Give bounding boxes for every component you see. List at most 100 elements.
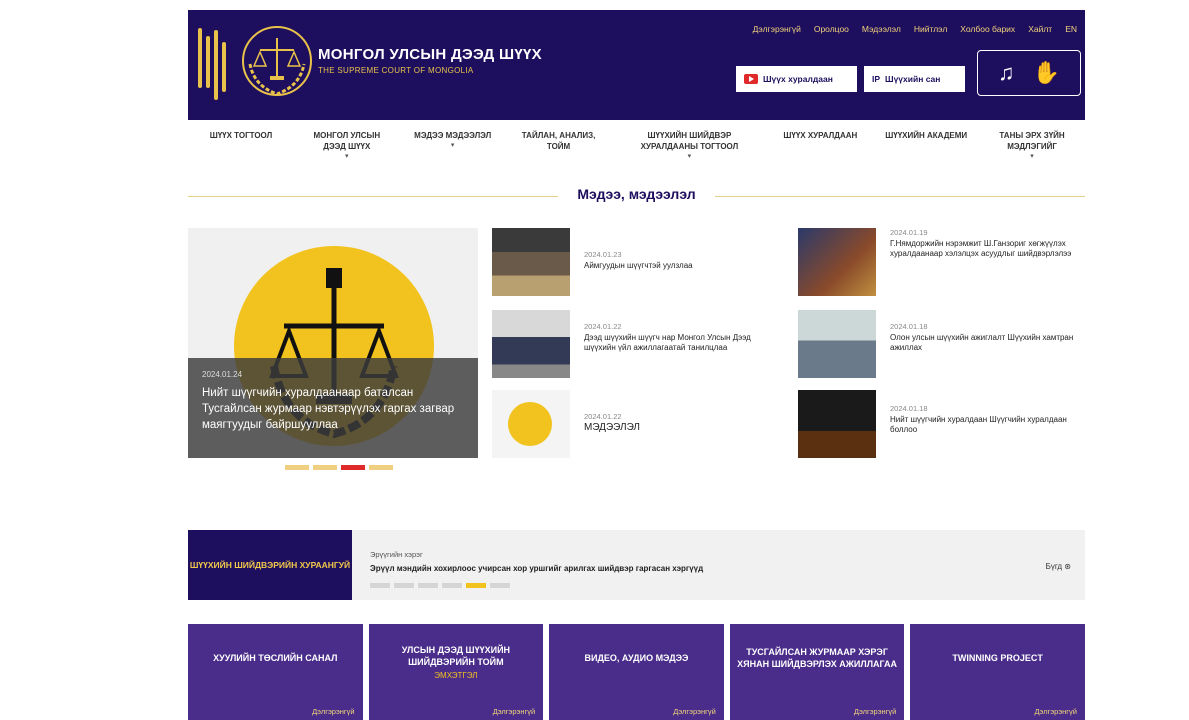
- summary-dot-active[interactable]: [466, 583, 486, 588]
- card-more-link[interactable]: Дэлгэрэнгүй: [854, 707, 897, 716]
- news-date: 2024.01.22: [584, 322, 622, 331]
- arrow-circle-icon: ⊛: [1064, 562, 1071, 571]
- top-links: Дэлгэрэнгүй Оролцоо Мэдээлэл Нийтлэл Хол…: [753, 24, 1077, 34]
- feature-card[interactable]: УЛСЫН ДЭЭД ШҮҮХИЙН ШИЙДВЭРИЙН ТОЙМ Эмхэтг…: [368, 624, 544, 720]
- main-nav: ШҮҮХ ТОГТООЛ МОНГОЛ УЛСЫН ДЭЭД ШҮҮХ ▾ МЭД…: [188, 130, 1085, 176]
- accessibility-box: ♫ ✋: [977, 50, 1081, 96]
- site-header: МОНГОЛ УЛСЫН ДЭЭД ШҮҮХ THE SUPREME COURT…: [188, 10, 1085, 120]
- top-link[interactable]: Дэлгэрэнгүй: [753, 24, 801, 34]
- feature-card[interactable]: ВИДЕО, АУДИО МЭДЭЭ Дэлгэрэнгүй: [549, 624, 724, 720]
- court-emblem-logo[interactable]: [240, 24, 314, 98]
- live-stream-label: Шүүх хуралдаан: [763, 74, 833, 84]
- slider-dots: [285, 465, 393, 470]
- news-item[interactable]: 2024.01.18 Олон улсын шүүхийн ажиглалт Шү…: [798, 310, 1088, 380]
- summary-category: Эрүүгийн хэрэг: [370, 550, 423, 559]
- chevron-down-icon: ▾: [450, 142, 455, 149]
- nav-item[interactable]: МЭДЭЭ МЭДЭЭЛЭЛ ▾: [408, 130, 498, 176]
- slider-dot[interactable]: [313, 465, 337, 470]
- summary-dot[interactable]: [394, 583, 414, 588]
- ip-button[interactable]: IP Шүүхийн сан: [864, 66, 965, 92]
- news-title[interactable]: Аймгуудын шүүгчтэй уулзлаа: [584, 261, 774, 271]
- nav-item[interactable]: ТАЙЛАН, АНАЛИЗ, ТОЙМ: [514, 130, 604, 176]
- card-title: УЛСЫН ДЭЭД ШҮҮХИЙН ШИЙДВЭРИЙН ТОЙМ Эмхэтг…: [401, 645, 511, 680]
- nav-item[interactable]: ТАНЫ ЭРХ ЗҮЙН МЭДЛЭГИЙГ ▾: [987, 130, 1077, 176]
- nav-item[interactable]: ШҮҮХ ТОГТООЛ: [196, 130, 286, 176]
- news-item[interactable]: 2024.01.19 Г.Нямдоржийн нэрэмжит Ш.Ганзор…: [798, 228, 1088, 298]
- card-title: ВИДЕО, АУДИО МЭДЭЭ: [584, 653, 689, 663]
- feature-card[interactable]: TWINNING PROJECT Дэлгэрэнгүй: [910, 624, 1085, 720]
- news-section-header: Мэдээ, мэдээлэл: [188, 186, 1085, 206]
- slider-dot[interactable]: [285, 465, 309, 470]
- section-title: Мэдээ, мэдээлэл: [577, 186, 696, 202]
- card-more-link[interactable]: Дэлгэрэнгүй: [312, 707, 355, 716]
- news-date: 2024.01.18: [890, 404, 928, 413]
- news-thumbnail: [798, 228, 876, 296]
- chevron-down-icon: ▾: [345, 153, 349, 160]
- card-title: ХУУЛИЙН ТӨСЛИЙН САНАЛ: [213, 653, 338, 663]
- news-date: 2024.01.22: [584, 412, 622, 421]
- top-link[interactable]: Оролцоо: [814, 24, 849, 34]
- ip-icon: IP: [872, 74, 881, 84]
- nav-item[interactable]: ШҮҮХ ХУРАЛДААН: [775, 130, 865, 176]
- divider: [715, 196, 1085, 197]
- news-title[interactable]: Дээд шүүхийн шүүгч нар Монгол Улсын Дээд…: [584, 333, 774, 353]
- card-more-link[interactable]: Дэлгэрэнгүй: [493, 707, 536, 716]
- ip-label: Шүүхийн сан: [885, 74, 941, 84]
- court-emblem-icon: [508, 402, 552, 446]
- news-thumbnail: [798, 310, 876, 378]
- news-thumbnail: [492, 310, 570, 378]
- news-thumbnail: [492, 228, 570, 296]
- news-item[interactable]: 2024.01.18 Нийт шүүгчийн хуралдаан Шүүгчи…: [798, 390, 1088, 460]
- news-item[interactable]: 2024.01.22 Дээд шүүхийн шүүгч нар Монгол …: [492, 310, 782, 380]
- news-item[interactable]: 2024.01.23 Аймгуудын шүүгчтэй уулзлаа: [492, 228, 782, 298]
- summary-dots: [370, 583, 510, 588]
- youtube-icon: [744, 74, 758, 84]
- slider-dot-active[interactable]: [341, 465, 365, 470]
- summary-dot[interactable]: [490, 583, 510, 588]
- nav-item[interactable]: ШҮҮХИЙН АКАДЕМИ: [881, 130, 971, 176]
- card-more-link[interactable]: Дэлгэрэнгүй: [1034, 707, 1077, 716]
- news-thumbnail: [798, 390, 876, 458]
- featured-date: 2024.01.24: [202, 370, 243, 379]
- summary-dot[interactable]: [418, 583, 438, 588]
- feature-card[interactable]: ХУУЛИЙН ТӨСЛИЙН САНАЛ Дэлгэрэнгүй: [188, 624, 363, 720]
- live-stream-button[interactable]: Шүүх хуралдаан: [736, 66, 857, 92]
- featured-news-card[interactable]: 2024.01.24 Нийт шүүгчийн хуралдаанаар ба…: [188, 228, 478, 458]
- top-link[interactable]: Мэдээлэл: [862, 24, 901, 34]
- see-all-link[interactable]: Бүгд ⊛: [1046, 562, 1071, 571]
- slider-dot[interactable]: [369, 465, 393, 470]
- sign-language-icon[interactable]: ✋: [1033, 60, 1060, 86]
- news-thumbnail: [492, 390, 570, 458]
- news-title[interactable]: Г.Нямдоржийн нэрэмжит Ш.Ганзориг хөгжүүл…: [890, 239, 1080, 259]
- featured-headline[interactable]: Нийт шүүгчийн хуралдаанаар баталсан Тусг…: [202, 385, 464, 433]
- top-link[interactable]: Нийтлэл: [914, 24, 947, 34]
- card-more-link[interactable]: Дэлгэрэнгүй: [673, 707, 716, 716]
- news-item[interactable]: 2024.01.22 МЭДЭЭЛЭЛ: [492, 390, 782, 460]
- mongol-script-logo: [196, 22, 226, 102]
- site-title[interactable]: МОНГОЛ УЛСЫН ДЭЭД ШҮҮХ: [318, 46, 542, 63]
- top-link[interactable]: Холбоо барих: [960, 24, 1015, 34]
- feature-cards: ХУУЛИЙН ТӨСЛИЙН САНАЛ Дэлгэрэнгүй УЛСЫН Д…: [188, 624, 1085, 720]
- card-title: TWINNING PROJECT: [952, 653, 1043, 663]
- chevron-down-icon: ▾: [1030, 153, 1034, 160]
- feature-card[interactable]: ТУСГАЙЛСАН ЖУРМААР ХЭРЭГ ХЯНАН ШИЙДВЭРЛЭ…: [729, 624, 905, 720]
- summary-dot[interactable]: [442, 583, 462, 588]
- summary-headline[interactable]: Эрүүл мэндийн хохирлоос учирсан хор уршг…: [370, 564, 703, 573]
- summary-dot[interactable]: [370, 583, 390, 588]
- nav-item[interactable]: ШҮҮХИЙН ШИЙДВЭР ХУРАЛДААНЫ ТОГТООЛ ▾: [619, 130, 759, 176]
- hearing-icon[interactable]: ♫: [998, 60, 1015, 86]
- decisions-summary-panel: Эрүүгийн хэрэг Эрүүл мэндийн хохирлоос у…: [352, 530, 1085, 600]
- news-date: 2024.01.19: [890, 228, 928, 237]
- chevron-down-icon: ▾: [687, 153, 692, 160]
- card-title: ТУСГАЙЛСАН ЖУРМААР ХЭРЭГ ХЯНАН ШИЙДВЭРЛЭ…: [737, 647, 898, 669]
- top-link[interactable]: Хайлт: [1028, 24, 1052, 34]
- featured-caption: 2024.01.24 Нийт шүүгчийн хуралдаанаар ба…: [188, 358, 478, 458]
- language-link[interactable]: EN: [1065, 24, 1077, 34]
- nav-item[interactable]: МОНГОЛ УЛСЫН ДЭЭД ШҮҮХ ▾: [302, 130, 392, 176]
- site-subtitle: THE SUPREME COURT OF MONGOLIA: [318, 66, 474, 75]
- news-date: 2024.01.18: [890, 322, 928, 331]
- news-title[interactable]: Олон улсын шүүхийн ажиглалт Шүүхийн хамт…: [890, 333, 1080, 353]
- news-title[interactable]: Нийт шүүгчийн хуралдаан Шүүгчийн хуралда…: [890, 415, 1080, 435]
- news-title[interactable]: МЭДЭЭЛЭЛ: [584, 423, 774, 433]
- decisions-summary-label[interactable]: ШҮҮХИЙН ШИЙДВЭРИЙН ХУРААНГУЙ: [188, 530, 352, 600]
